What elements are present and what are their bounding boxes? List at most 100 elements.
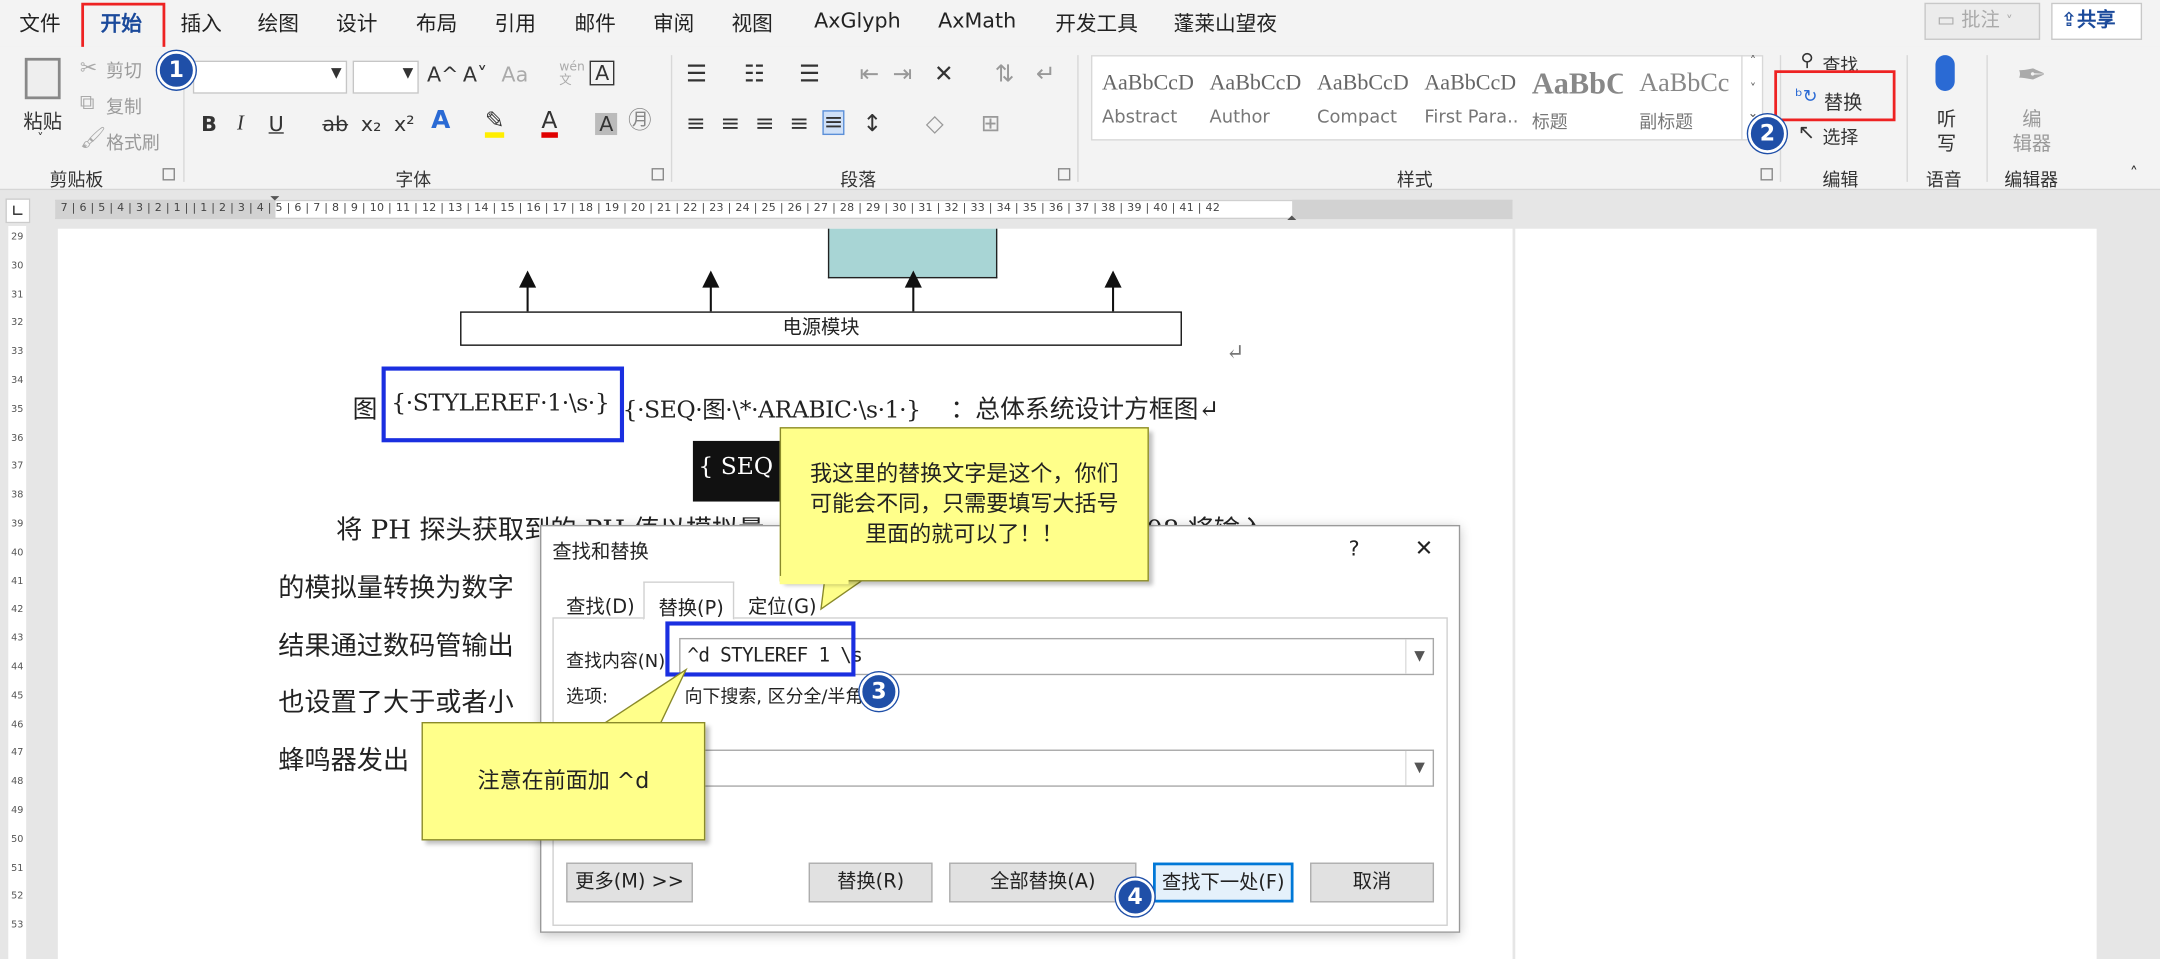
align-center-icon[interactable]: ≡ — [720, 112, 740, 135]
collapse-ribbon-icon[interactable]: ˄ — [2130, 163, 2138, 185]
diagram-box-power: 电源模块 — [460, 311, 1182, 346]
body-text-line[interactable]: 的模拟量转换为数字 — [278, 568, 514, 605]
chevron-down-icon: ▼ — [331, 66, 342, 82]
caption-prefix[interactable]: 图 — [353, 390, 378, 426]
editor-group-label: 编辑器 — [2004, 170, 2059, 192]
tab-axmath[interactable]: AxMath — [938, 8, 1016, 33]
align-right-icon[interactable]: ≡ — [755, 112, 775, 135]
selected-field[interactable]: { SEQ s — [692, 440, 790, 502]
dialog-launcher-icon[interactable] — [1057, 168, 1071, 181]
tab-mailings[interactable]: 邮件 — [574, 8, 615, 37]
voice-group-label: 语音 — [1925, 170, 1962, 192]
dictate-button[interactable]: 听 写 — [1926, 52, 1967, 156]
tab-layout[interactable]: 布局 — [416, 8, 457, 37]
tab-custom[interactable]: 蓬莱山望夜 — [1174, 8, 1277, 37]
bullets-icon[interactable]: ☰ — [686, 63, 707, 86]
tab-goto[interactable]: 定位(G) — [748, 592, 817, 620]
horizontal-ruler[interactable]: ∟ 7 | 6 | 5 | 4 | 3 | 2 | 1 | | 1 | 2 | … — [0, 192, 2160, 226]
comment-button[interactable]: ▭ 批注 ˅ — [1924, 2, 2041, 40]
cut-button[interactable]: 剪切 — [106, 56, 142, 83]
borders-icon[interactable]: ⊞ — [981, 112, 1001, 135]
caption-suffix[interactable]: ：总体系统设计方框图↵ — [951, 390, 1220, 426]
shrink-font-icon[interactable]: A˅ — [463, 63, 487, 85]
dialog-launcher-icon[interactable] — [651, 168, 664, 181]
help-icon[interactable]: ? — [1349, 536, 1360, 561]
tab-view[interactable]: 视图 — [731, 8, 772, 37]
field-code-seq[interactable]: {·SEQ·图·\*·ARABIC·\s·1·} — [623, 390, 921, 425]
tab-insert[interactable]: 插入 — [180, 8, 221, 37]
style-tile[interactable]: AaBbCcD First Para... — [1418, 60, 1519, 136]
style-tile[interactable]: AaBbC 标题 — [1526, 60, 1626, 136]
tab-axglyph[interactable]: AxGlyph — [814, 8, 901, 33]
sort-icon[interactable]: ⇅ — [995, 63, 1015, 86]
char-shading-icon[interactable]: A — [595, 112, 618, 135]
justify-icon[interactable]: ≡ — [789, 112, 809, 135]
tab-references[interactable]: 引用 — [495, 8, 536, 37]
document-page[interactable] — [1515, 228, 2097, 959]
increase-indent-icon[interactable]: ⇥ — [893, 63, 913, 86]
font-name-combo[interactable]: ▼ — [192, 60, 348, 94]
dialog-launcher-icon[interactable] — [162, 168, 175, 181]
indent-marker-icon[interactable]: ⏷ — [270, 193, 280, 207]
enclose-char-icon[interactable]: ㊊ — [628, 110, 651, 133]
superscript-button[interactable]: x² — [394, 113, 415, 135]
style-tile[interactable]: AaBbCc 副标题 — [1633, 60, 1733, 136]
dialog-launcher-icon[interactable] — [1760, 168, 1773, 181]
subscript-button[interactable]: x₂ — [361, 113, 382, 135]
editor-button[interactable]: ✒ 编 辑器 — [2006, 52, 2061, 156]
replace-button[interactable]: 替换(R) — [808, 862, 933, 903]
multilevel-list-icon[interactable]: ☰ — [799, 63, 820, 86]
align-left-icon[interactable]: ≡ — [686, 112, 706, 135]
vertical-ruler-number: 39 — [11, 518, 24, 530]
font-size-combo[interactable]: ▼ — [352, 60, 419, 94]
share-button[interactable]: ⇪共享 — [2051, 2, 2143, 40]
tab-design[interactable]: 设计 — [336, 8, 377, 37]
cancel-button[interactable]: 取消 — [1310, 862, 1435, 903]
strikethrough-button[interactable]: ab — [322, 113, 348, 135]
distributed-icon[interactable]: ≡ — [822, 110, 845, 136]
body-text-line[interactable]: 结果通过数码管输出 — [278, 626, 514, 663]
style-tile[interactable]: AaBbCcD Compact — [1311, 60, 1411, 136]
style-tile[interactable]: AaBbCcDdAbstract — [1096, 60, 1196, 136]
phonetic-guide-icon[interactable]: wén 文 — [559, 61, 585, 89]
vertical-ruler-number: 35 — [11, 403, 24, 415]
select-button[interactable]: 选择 — [1822, 123, 1858, 149]
body-text-line[interactable]: 蜂鸣器发出 — [278, 740, 409, 777]
char-scaling-icon[interactable]: ✕ — [934, 63, 954, 86]
tab-review[interactable]: 审阅 — [653, 8, 694, 37]
line-spacing-icon[interactable]: ↕ — [862, 112, 882, 135]
highlight-icon[interactable]: ✎ — [484, 110, 505, 138]
callout-note-top: 我这里的替换文字是这个，你们可能会不同，只需要填写大括号里面的就可以了！！ — [779, 427, 1149, 582]
tab-developer[interactable]: 开发工具 — [1055, 8, 1138, 37]
vertical-ruler-number: 47 — [11, 747, 24, 759]
show-marks-icon[interactable]: ↵ — [1036, 63, 1056, 86]
italic-button[interactable]: I — [237, 113, 244, 135]
grow-font-icon[interactable]: A^ — [427, 63, 458, 85]
decrease-indent-icon[interactable]: ⇤ — [860, 63, 880, 86]
char-border-icon[interactable]: A — [589, 60, 615, 86]
replace-with-input[interactable]: = ▼ — [679, 749, 1435, 787]
format-painter-button[interactable]: 格式刷 — [106, 128, 160, 155]
close-icon[interactable]: ✕ — [1415, 535, 1433, 561]
right-indent-icon[interactable]: ⏶ — [1287, 212, 1297, 226]
tab-file[interactable]: 文件 — [19, 8, 60, 37]
text-effects-icon[interactable]: A — [431, 108, 450, 133]
bold-button[interactable]: B — [201, 113, 217, 135]
tab-selector-icon[interactable]: ∟ — [5, 198, 31, 224]
copy-button[interactable]: 复制 — [106, 92, 142, 119]
tab-find[interactable]: 查找(D) — [566, 592, 634, 620]
step-badge: 4 — [1115, 877, 1155, 917]
change-case-icon[interactable]: Aa — [501, 63, 528, 85]
more-button[interactable]: 更多(M) >> — [566, 862, 693, 903]
style-tile[interactable]: AaBbCcD Author — [1203, 60, 1304, 136]
tab-replace[interactable]: 替换(P) — [643, 581, 735, 621]
tab-draw[interactable]: 绘图 — [258, 8, 299, 37]
find-next-button[interactable]: 查找下一处(F) — [1153, 862, 1294, 903]
shading-icon[interactable]: ◇ — [926, 112, 944, 135]
underline-button[interactable]: U — [269, 113, 284, 135]
replace-all-button[interactable]: 全部替换(A) — [949, 862, 1137, 903]
numbering-icon[interactable]: ☷ — [744, 63, 765, 86]
font-color-icon[interactable]: A — [541, 110, 558, 138]
body-text-line[interactable]: 也设置了大于或者小 — [278, 682, 514, 719]
paste-button[interactable]: 粘贴 ˅ — [17, 52, 72, 148]
